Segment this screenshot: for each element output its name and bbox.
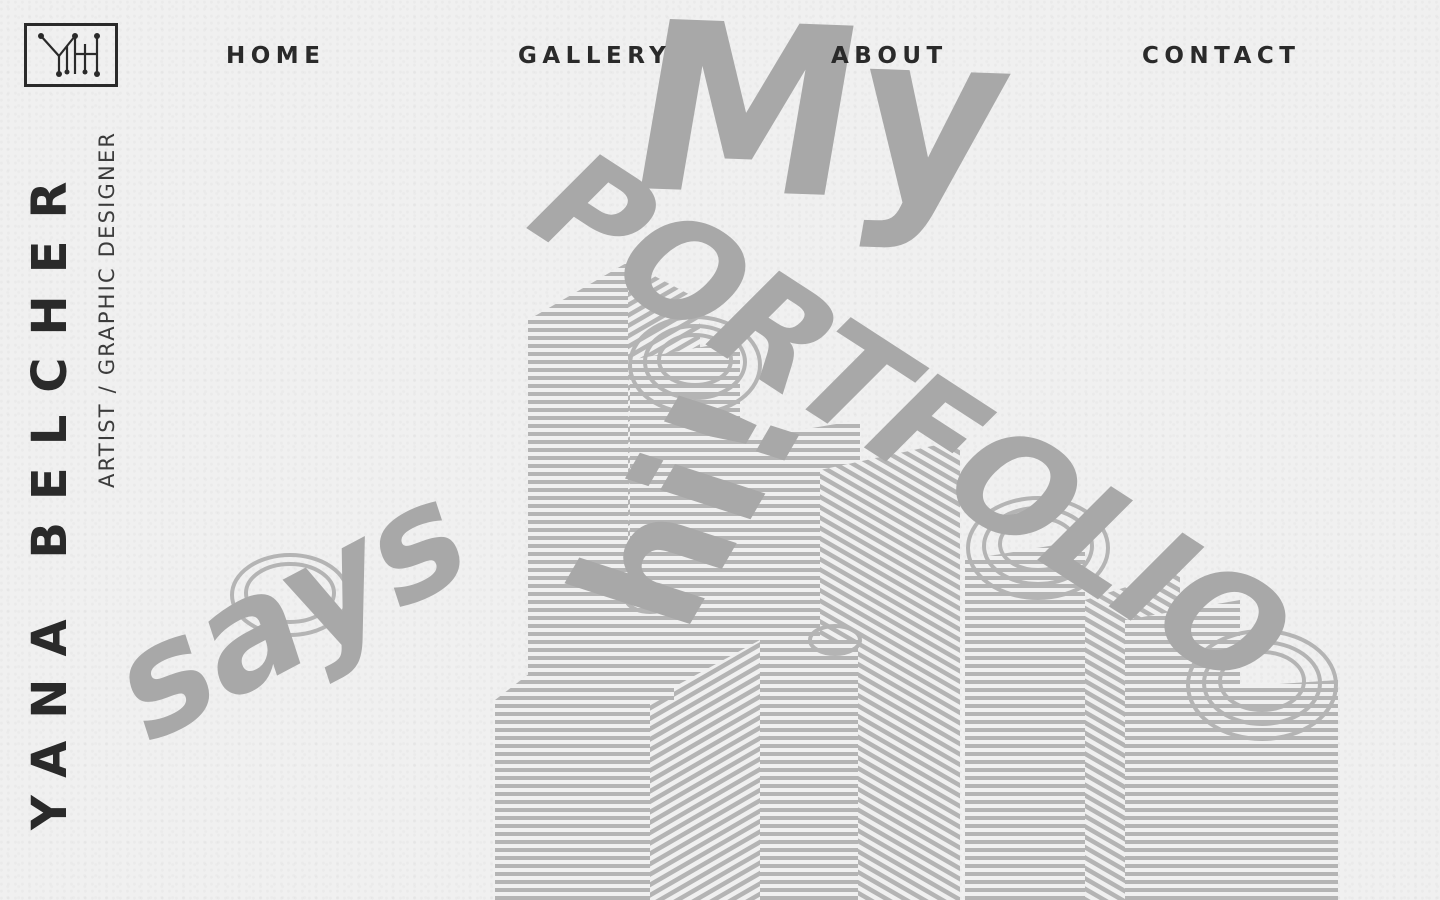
extrusion-columns xyxy=(495,262,1338,900)
main-nav: HOME GALLERY ABOUT CONTACT xyxy=(0,42,1440,72)
nav-contact-link[interactable]: CONTACT xyxy=(1142,42,1300,70)
nav-about-link[interactable]: ABOUT xyxy=(831,42,948,70)
word-my: My xyxy=(610,0,1030,256)
nav-home-link[interactable]: HOME xyxy=(226,42,325,70)
word-hi: hi! xyxy=(529,364,851,649)
brand-subtitle: ARTIST / GRAPHIC DESIGNER xyxy=(95,130,119,488)
hero-svg: My PORTFOLIO says hi! xyxy=(99,0,1338,900)
brand-name: YANA BELCHER xyxy=(22,159,78,830)
page: My PORTFOLIO says hi! YANA BELCHER ARTIS… xyxy=(0,0,1440,900)
word-portfolio: PORTFOLIO xyxy=(491,128,1327,712)
nav-gallery-link[interactable]: GALLERY xyxy=(518,42,671,70)
word-says: says xyxy=(99,438,483,782)
artwork-words: My PORTFOLIO says hi! xyxy=(99,0,1328,782)
hero-artwork: My PORTFOLIO says hi! xyxy=(0,0,1440,900)
extrusion-rings xyxy=(230,315,1338,741)
